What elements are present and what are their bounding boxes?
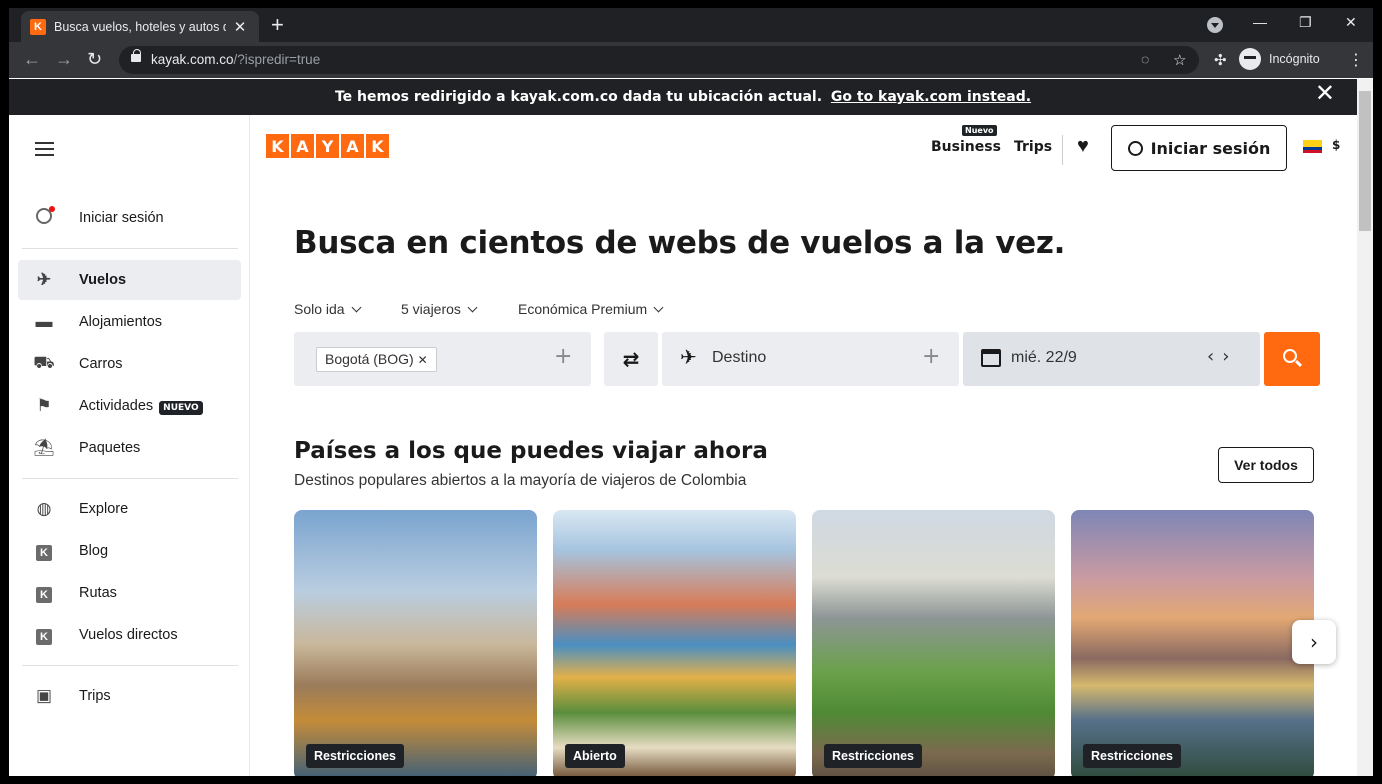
page-headline: Busca en cientos de webs de vuelos a la … xyxy=(294,225,1066,261)
sidebar-item-vuelos[interactable]: ✈ Vuelos xyxy=(18,260,241,300)
kayak-k-icon: K xyxy=(32,583,56,603)
card-status-badge: Restricciones xyxy=(306,744,404,768)
address-bar[interactable]: kayak.com.co/?ispredir=true ◌ ☆ xyxy=(119,46,1199,74)
plane-icon: ✈ xyxy=(680,347,697,369)
trip-type-dropdown[interactable]: Solo ida xyxy=(294,301,362,317)
add-origin-icon[interactable]: + xyxy=(554,344,572,369)
cabin-dropdown[interactable]: Económica Premium xyxy=(518,301,664,317)
chip-remove-icon: ✕ xyxy=(417,353,428,367)
bookmark-star-icon[interactable]: ☆ xyxy=(1173,51,1186,69)
redirect-banner: Te hemos redirigido a kayak.com.co dada … xyxy=(9,79,1357,115)
heart-icon[interactable]: ♥ xyxy=(1077,135,1089,158)
chevron-down-icon xyxy=(351,302,362,313)
add-destination-icon[interactable]: + xyxy=(922,344,940,369)
tab-close-icon[interactable]: ✕ xyxy=(232,18,248,36)
date-value: mié. 22/9 xyxy=(1011,349,1077,366)
eye-off-icon[interactable]: ◌ xyxy=(1141,51,1149,67)
hamburger-menu-icon[interactable] xyxy=(35,142,54,156)
sidebar-item-explore[interactable]: ◍ Explore xyxy=(18,489,241,529)
see-all-button[interactable]: Ver todos xyxy=(1218,447,1314,483)
sidebar-signin[interactable]: Iniciar sesión xyxy=(18,198,241,238)
minimize-icon[interactable]: — xyxy=(1253,14,1267,30)
lock-icon[interactable] xyxy=(131,49,141,62)
destination-field[interactable]: ✈ Destino + xyxy=(662,332,959,386)
search-button[interactable] xyxy=(1264,332,1320,386)
sidebar-item-vuelos-directos[interactable]: K Vuelos directos xyxy=(18,615,241,655)
destination-card[interactable]: Restricciones xyxy=(294,510,537,776)
incognito-profile[interactable]: Incógnito xyxy=(1239,48,1320,70)
sidebar-item-alojamientos[interactable]: ▬ Alojamientos xyxy=(18,302,241,342)
restore-icon[interactable]: ❐ xyxy=(1299,14,1312,31)
tab-strip: K Busca vuelos, hoteles y autos de ✕ + —… xyxy=(9,8,1373,42)
travelers-dropdown[interactable]: 5 viajeros xyxy=(401,301,478,317)
sidebar: Iniciar sesión ✈ Vuelos ▬ Alojamientos ⛟… xyxy=(9,115,250,776)
nuevo-badge: NUEVO xyxy=(159,401,203,415)
card-status-badge: Abierto xyxy=(565,744,625,768)
section-title: Países a los que puedes viajar ahora xyxy=(294,438,768,464)
date-prev-next-arrows[interactable]: ‹› xyxy=(1207,346,1237,367)
reload-icon[interactable]: ↻ xyxy=(87,49,102,70)
banner-link[interactable]: Go to kayak.com instead. xyxy=(831,89,1031,105)
sidebar-item-blog[interactable]: K Blog xyxy=(18,531,241,571)
url-text: kayak.com.co/?ispredir=true xyxy=(151,52,321,67)
card-status-badge: Restricciones xyxy=(1083,744,1181,768)
kayak-favicon-icon: K xyxy=(30,18,46,35)
signin-button[interactable]: Iniciar sesión xyxy=(1111,125,1287,171)
page-scrollbar[interactable] xyxy=(1357,79,1373,776)
browser-tab[interactable]: K Busca vuelos, hoteles y autos de ✕ xyxy=(21,11,259,42)
nav-business[interactable]: Business xyxy=(931,139,1001,155)
business-nuevo-badge: Nuevo xyxy=(962,125,997,136)
kayak-logo[interactable]: KAYAK xyxy=(266,134,391,158)
origin-chip[interactable]: Bogotá (BOG) ✕ xyxy=(316,347,437,372)
incognito-icon xyxy=(1239,48,1261,70)
signpost-icon: ⚑ xyxy=(36,396,52,415)
destination-card[interactable]: Restricciones xyxy=(812,510,1055,776)
nav-trips[interactable]: Trips xyxy=(1014,139,1052,155)
sidebar-item-rutas[interactable]: K Rutas xyxy=(18,573,241,613)
forward-icon[interactable]: → xyxy=(55,49,73,70)
scrollbar-thumb[interactable] xyxy=(1359,91,1371,231)
destination-card[interactable]: Abierto xyxy=(553,510,796,776)
date-field[interactable]: mié. 22/9 ‹› xyxy=(963,332,1260,386)
destination-card[interactable]: Restricciones xyxy=(1071,510,1314,776)
sidebar-item-trips[interactable]: ▣ Trips xyxy=(18,676,241,716)
kayak-k-icon: K xyxy=(32,625,56,645)
swap-airports-button[interactable]: ⇄ xyxy=(604,332,658,386)
window-close-icon[interactable]: ✕ xyxy=(1345,14,1357,31)
tab-search-icon[interactable] xyxy=(1207,17,1223,33)
bed-icon: ▬ xyxy=(35,312,53,331)
plane-icon: ✈ xyxy=(36,270,52,289)
globe-icon: ◍ xyxy=(36,499,52,518)
section-subtitle: Destinos populares abiertos a la mayoría… xyxy=(294,472,747,489)
origin-field[interactable]: Bogotá (BOG) ✕ + xyxy=(294,332,591,386)
kayak-k-icon: K xyxy=(32,541,56,561)
extensions-puzzle-icon[interactable]: ✣ xyxy=(1214,51,1227,69)
banner-text: Te hemos redirigido a kayak.com.co dada … xyxy=(334,89,823,105)
user-circle-icon xyxy=(1127,140,1143,156)
currency-selector[interactable]: $ xyxy=(1332,138,1340,152)
card-status-badge: Restricciones xyxy=(824,744,922,768)
sidebar-item-paquetes[interactable]: ⛱ Paquetes xyxy=(18,428,241,468)
sidebar-item-carros[interactable]: ⛟ Carros xyxy=(18,344,241,384)
new-tab-icon[interactable]: + xyxy=(271,14,284,36)
chevron-down-icon xyxy=(467,302,478,313)
calendar-icon xyxy=(981,349,1001,367)
user-avatar-icon xyxy=(32,205,56,229)
browser-window: K Busca vuelos, hoteles y autos de ✕ + —… xyxy=(9,8,1373,776)
back-icon[interactable]: ← xyxy=(23,49,41,70)
sidebar-item-actividades[interactable]: ⚑ Actividades NUEVO xyxy=(18,386,241,426)
destination-placeholder: Destino xyxy=(712,349,767,366)
trips-heart-icon: ▣ xyxy=(35,686,53,705)
browser-toolbar: ← → ↻ kayak.com.co/?ispredir=true ◌ ☆ ✣ … xyxy=(9,42,1373,78)
colombia-flag-icon[interactable] xyxy=(1303,140,1322,153)
banner-close-icon[interactable]: ✕ xyxy=(1315,79,1335,107)
carousel-next-icon[interactable]: › xyxy=(1292,620,1336,664)
tab-title: Busca vuelos, hoteles y autos de xyxy=(54,19,226,34)
beach-icon: ⛱ xyxy=(33,438,55,457)
chevron-down-icon xyxy=(653,302,664,313)
car-icon: ⛟ xyxy=(33,353,55,372)
browser-menu-icon[interactable]: ⋮ xyxy=(1348,50,1364,70)
main-content: KAYAK Nuevo Business Trips ♥ Iniciar ses… xyxy=(250,115,1357,776)
